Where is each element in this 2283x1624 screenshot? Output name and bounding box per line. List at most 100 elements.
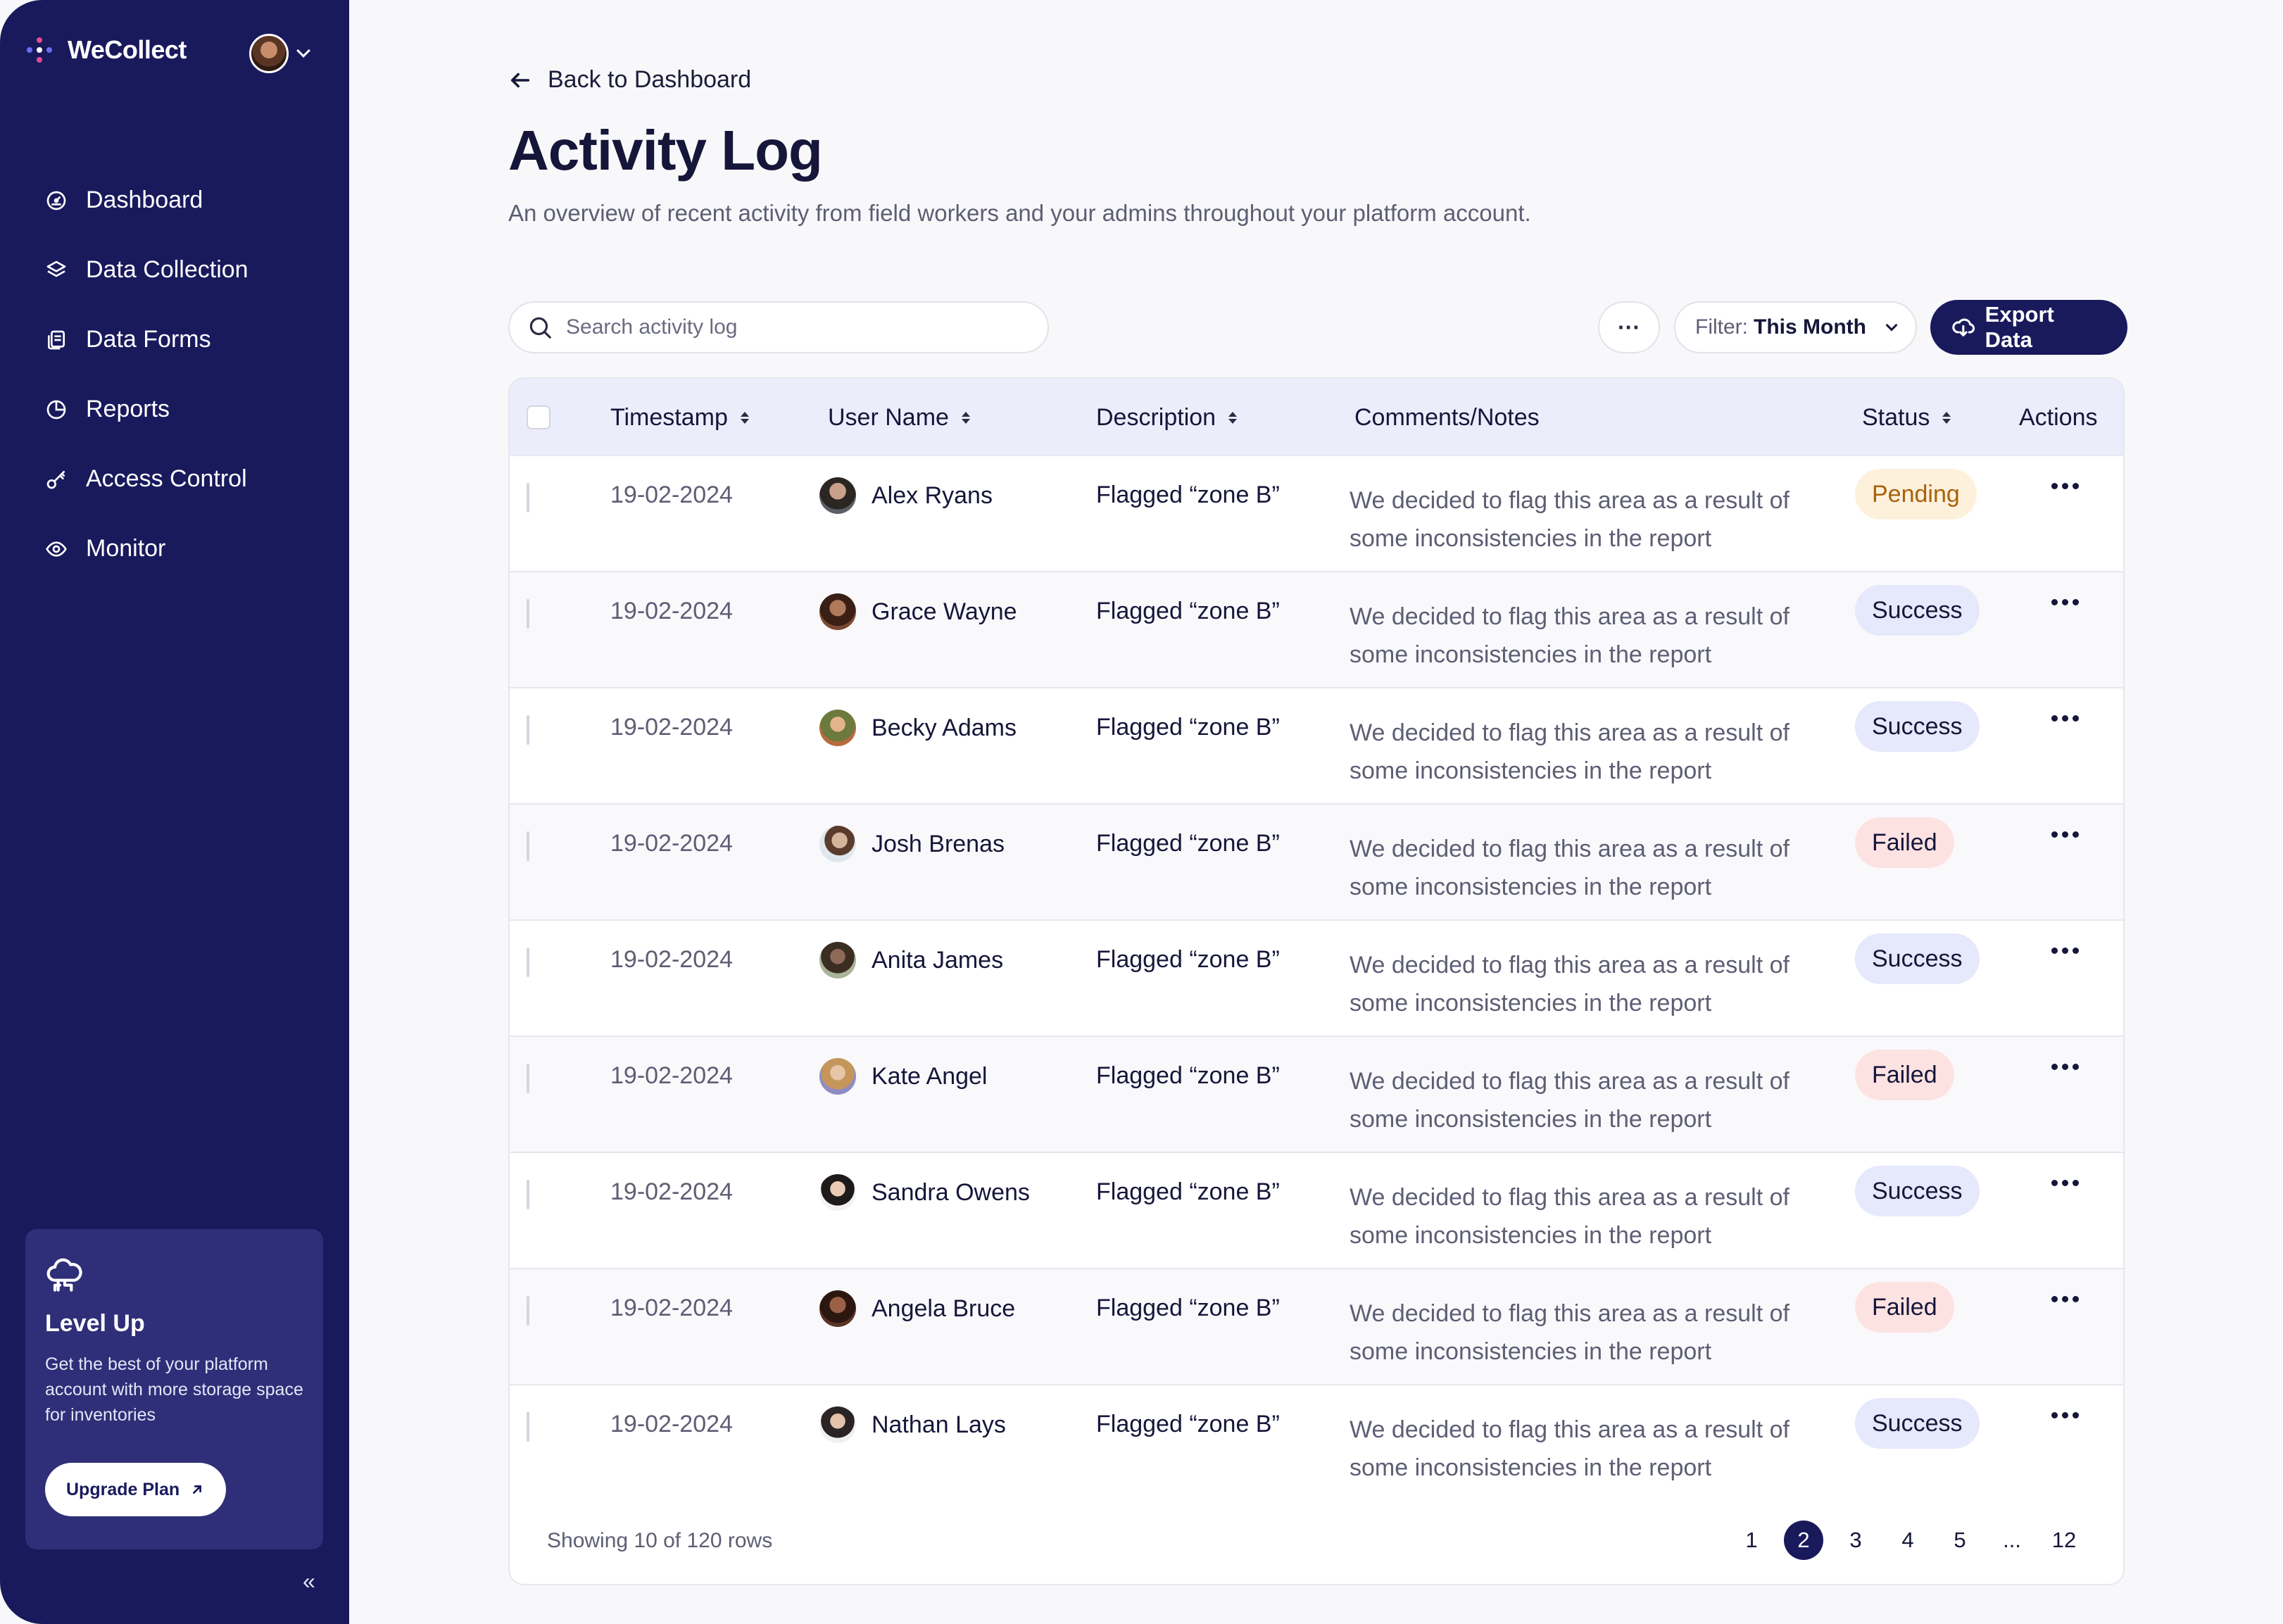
select-all-checkbox[interactable] bbox=[527, 405, 551, 429]
row-checkbox[interactable] bbox=[527, 483, 529, 512]
table-row[interactable]: 19-02-2024 Grace Wayne Flagged “zone B” … bbox=[510, 572, 2123, 688]
dashboard-icon bbox=[45, 189, 68, 212]
status-cell: Success bbox=[1855, 933, 1980, 984]
row-checkbox-cell bbox=[527, 1064, 529, 1093]
sidebar-item-data-collection[interactable]: Data Collection bbox=[0, 235, 349, 305]
user-cell: Grace Wayne bbox=[819, 593, 1017, 630]
profile-menu[interactable] bbox=[249, 34, 310, 73]
export-label: Export Data bbox=[1985, 302, 2054, 352]
avatar bbox=[819, 710, 856, 746]
row-actions-button[interactable] bbox=[2051, 1064, 2079, 1070]
sidebar-item-label: Reports bbox=[86, 396, 170, 422]
page-button[interactable]: 5 bbox=[1940, 1521, 1980, 1560]
more-horizontal-icon bbox=[2051, 715, 2079, 722]
row-actions-button[interactable] bbox=[2051, 1296, 2079, 1302]
collapse-sidebar-button[interactable]: « bbox=[303, 1568, 315, 1594]
sort-icon[interactable] bbox=[1942, 411, 1951, 424]
timestamp-cell: 19-02-2024 bbox=[610, 714, 733, 741]
sort-icon[interactable] bbox=[740, 411, 749, 424]
row-actions-button[interactable] bbox=[2051, 948, 2079, 954]
table-row[interactable]: 19-02-2024 Kate Angel Flagged “zone B” W… bbox=[510, 1037, 2123, 1153]
avatar bbox=[819, 1058, 856, 1095]
timestamp-cell: 19-02-2024 bbox=[610, 1178, 733, 1205]
column-status[interactable]: Status bbox=[1862, 379, 1951, 456]
cloud-network-icon bbox=[45, 1257, 303, 1300]
page-button[interactable]: 2 bbox=[1784, 1521, 1823, 1560]
table-header: Timestamp User Name Description Comments… bbox=[510, 379, 2123, 456]
sidebar-item-reports[interactable]: Reports bbox=[0, 374, 349, 444]
timestamp-cell: 19-02-2024 bbox=[610, 830, 733, 857]
page-subtitle: An overview of recent activity from fiel… bbox=[508, 200, 1531, 226]
row-actions-button[interactable] bbox=[2051, 1412, 2079, 1418]
more-horizontal-icon bbox=[2051, 599, 2079, 605]
avatar bbox=[819, 942, 856, 978]
filter-dropdown[interactable]: Filter: This Month bbox=[1674, 301, 1917, 353]
table-body: 19-02-2024 Alex Ryans Flagged “zone B” W… bbox=[510, 456, 2123, 1502]
avatar bbox=[819, 826, 856, 862]
chevron-down-icon bbox=[296, 44, 310, 58]
row-checkbox[interactable] bbox=[527, 1412, 529, 1442]
table-row[interactable]: 19-02-2024 Josh Brenas Flagged “zone B” … bbox=[510, 805, 2123, 921]
page-button[interactable]: 1 bbox=[1732, 1521, 1771, 1560]
column-actions: Actions bbox=[2019, 379, 2098, 456]
more-horizontal-icon bbox=[2051, 1180, 2079, 1186]
sort-icon[interactable] bbox=[1228, 411, 1238, 424]
avatar bbox=[819, 477, 856, 514]
column-timestamp[interactable]: Timestamp bbox=[610, 379, 749, 456]
column-label: User Name bbox=[828, 403, 949, 431]
row-checkbox[interactable] bbox=[527, 831, 529, 861]
page-button[interactable]: 4 bbox=[1888, 1521, 1927, 1560]
column-user-name[interactable]: User Name bbox=[828, 379, 970, 456]
row-actions-button[interactable] bbox=[2051, 831, 2079, 838]
sidebar-item-dashboard[interactable]: Dashboard bbox=[0, 165, 349, 235]
comment-cell: We decided to flag this area as a result… bbox=[1350, 487, 1790, 552]
column-description[interactable]: Description bbox=[1096, 379, 1238, 456]
row-checkbox[interactable] bbox=[527, 1180, 529, 1209]
row-checkbox-cell bbox=[527, 483, 529, 512]
layers-icon bbox=[45, 259, 68, 282]
table-row[interactable]: 19-02-2024 Becky Adams Flagged “zone B” … bbox=[510, 688, 2123, 805]
search-icon bbox=[529, 317, 551, 339]
table-row[interactable]: 19-02-2024 Sandra Owens Flagged “zone B”… bbox=[510, 1153, 2123, 1269]
brand[interactable]: WeCollect bbox=[25, 35, 187, 65]
page-button[interactable]: 12 bbox=[2044, 1521, 2084, 1560]
search-input[interactable] bbox=[566, 315, 1017, 339]
row-checkbox[interactable] bbox=[527, 599, 529, 629]
sidebar-item-access-control[interactable]: Access Control bbox=[0, 444, 349, 514]
sidebar-nav: Dashboard Data Collection Data Forms Rep… bbox=[0, 165, 349, 584]
row-actions-button[interactable] bbox=[2051, 715, 2079, 722]
table-row[interactable]: 19-02-2024 Alex Ryans Flagged “zone B” W… bbox=[510, 456, 2123, 572]
row-checkbox[interactable] bbox=[527, 1296, 529, 1326]
sort-icon[interactable] bbox=[961, 411, 970, 424]
upgrade-plan-button[interactable]: Upgrade Plan bbox=[45, 1463, 227, 1516]
user-name: Kate Angel bbox=[872, 1062, 988, 1090]
column-comments: Comments/Notes bbox=[1354, 379, 1540, 456]
user-cell: Angela Bruce bbox=[819, 1290, 1015, 1327]
table-row[interactable]: 19-02-2024 Anita James Flagged “zone B” … bbox=[510, 921, 2123, 1037]
page-button[interactable]: 3 bbox=[1836, 1521, 1875, 1560]
table-row[interactable]: 19-02-2024 Angela Bruce Flagged “zone B”… bbox=[510, 1269, 2123, 1385]
row-actions-button[interactable] bbox=[2051, 483, 2079, 489]
row-checkbox[interactable] bbox=[527, 1064, 529, 1093]
row-checkbox[interactable] bbox=[527, 715, 529, 745]
back-link[interactable]: Back to Dashboard bbox=[508, 66, 751, 94]
timestamp-cell: 19-02-2024 bbox=[610, 598, 733, 624]
description-cell: Flagged “zone B” bbox=[1096, 1062, 1280, 1089]
export-data-button[interactable]: Export Data bbox=[1930, 300, 2127, 355]
description-cell: Flagged “zone B” bbox=[1096, 946, 1280, 973]
more-horizontal-icon bbox=[2051, 831, 2079, 838]
sidebar-item-monitor[interactable]: Monitor bbox=[0, 514, 349, 584]
more-horizontal-icon bbox=[2051, 1296, 2079, 1302]
row-actions-button[interactable] bbox=[2051, 1180, 2079, 1186]
description-cell: Flagged “zone B” bbox=[1096, 1295, 1280, 1321]
table-row[interactable]: 19-02-2024 Nathan Lays Flagged “zone B” … bbox=[510, 1385, 2123, 1502]
row-actions-button[interactable] bbox=[2051, 599, 2079, 605]
sidebar-item-data-forms[interactable]: Data Forms bbox=[0, 305, 349, 374]
pie-chart-icon bbox=[45, 398, 68, 421]
upgrade-text: Get the best of your platform account wi… bbox=[45, 1354, 303, 1425]
search-box bbox=[508, 301, 1049, 353]
status-cell: Success bbox=[1855, 1398, 1980, 1449]
more-options-button[interactable]: ··· bbox=[1598, 301, 1660, 353]
user-cell: Nathan Lays bbox=[819, 1406, 1006, 1443]
row-checkbox[interactable] bbox=[527, 948, 529, 977]
